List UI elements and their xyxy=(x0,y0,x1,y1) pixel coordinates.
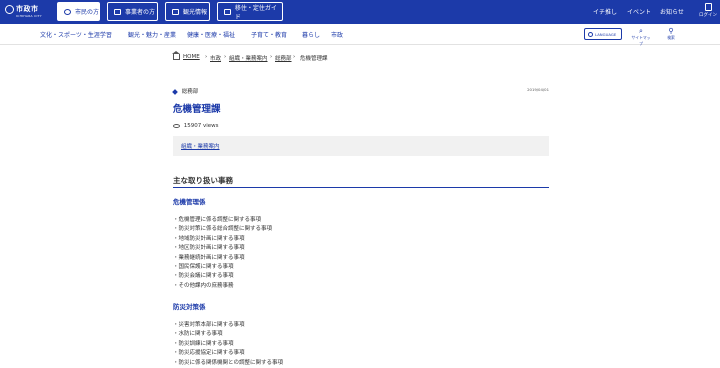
breadcrumb-organization[interactable]: 組織・業務案内 xyxy=(229,54,268,62)
breadcrumb-separator-icon: › xyxy=(293,54,296,60)
search-icon: ⚲ xyxy=(668,27,674,35)
category-link[interactable]: 組織・業務案内 xyxy=(181,142,220,150)
eye-icon xyxy=(173,123,180,128)
camera-icon xyxy=(172,8,179,15)
link-news[interactable]: お知らせ xyxy=(660,7,684,16)
logo-text: 市政市 xyxy=(16,5,39,13)
tab-relocation-label: 移住・定住ガイド xyxy=(234,4,277,21)
breadcrumb-city-government[interactable]: 市政 xyxy=(210,54,221,62)
breadcrumb-home[interactable]: HOME xyxy=(183,54,200,60)
breadcrumb-separator-icon: › xyxy=(270,54,273,60)
tab-residents-label: 市民の方 xyxy=(75,9,100,16)
group-heading-disaster-prevention: 防災対策係 xyxy=(173,303,206,311)
person-icon xyxy=(64,8,71,15)
tab-relocation[interactable]: 移住・定住ガイド xyxy=(217,2,283,21)
list-item: ・危機管理に係る調整に関する事項 xyxy=(173,217,262,223)
list-item: ・災害対策本部に関する事項 xyxy=(173,322,245,328)
login-button[interactable]: ログイン xyxy=(698,3,718,18)
city-logo[interactable]: 市政市 ICHIHARA CITY xyxy=(5,3,45,21)
list-item: ・防災に係る関係機関との調整に関する事項 xyxy=(173,359,283,366)
nav-childcare-education[interactable]: 子育て・教育 xyxy=(251,30,287,39)
logo-subtext: ICHIHARA CITY xyxy=(16,14,42,18)
category-nav: 文化・スポーツ・生涯学習 観光・魅力・産業 健康・医療・福祉 子育て・教育 暮ら… xyxy=(0,24,720,47)
list-item: ・防災訓練に関する事項 xyxy=(173,340,234,347)
link-recommended[interactable]: イチ推し xyxy=(593,7,617,16)
house-icon xyxy=(224,8,231,15)
login-icon xyxy=(704,3,712,11)
globe-icon xyxy=(588,31,593,37)
nav-tourism-industry[interactable]: 観光・魅力・産業 xyxy=(128,30,176,39)
tab-tourism[interactable]: 観光情報 xyxy=(165,2,210,21)
tag-icon xyxy=(172,88,178,95)
list-item: ・防災応援協定に関する事項 xyxy=(173,350,245,357)
tab-tourism-label: 観光情報 xyxy=(183,9,208,16)
list-item: ・地区防災計画に関する事項 xyxy=(173,245,245,252)
breadcrumb-current: 危機管理課 xyxy=(300,56,328,62)
briefcase-icon xyxy=(114,8,121,15)
department-tag[interactable]: 総務部 xyxy=(172,87,199,95)
page-title: 危機管理課 xyxy=(173,104,221,115)
category-box: 組織・業務案内 xyxy=(173,136,549,156)
top-bar: 市政市 ICHIHARA CITY 市民の方 事業者の方 観光情報 移住・定住ガ… xyxy=(0,0,720,24)
nav-living[interactable]: 暮らし xyxy=(302,30,320,39)
sitemap-button[interactable]: ⌕ サイトマップ xyxy=(630,27,652,47)
tab-businesses-label: 事業者の方 xyxy=(125,9,156,16)
tab-businesses[interactable]: 事業者の方 xyxy=(107,2,158,21)
breadcrumb-separator-icon: › xyxy=(205,54,208,60)
list-item: ・水防に関する事項 xyxy=(173,331,223,338)
list-item: ・地域防災計画に関する事項 xyxy=(173,235,245,242)
search-label: 検索 xyxy=(667,35,675,40)
link-events[interactable]: イベント xyxy=(627,7,651,16)
nav-health-welfare[interactable]: 健康・医療・福祉 xyxy=(187,30,235,39)
view-count-text: 15907 views xyxy=(183,123,219,129)
duty-list-crisis-management: ・危機管理に係る調整に関する事項 ・防災対策に係る総合調整に関する事項 ・地域防… xyxy=(173,216,272,291)
group-heading-crisis-management: 危機管理係 xyxy=(173,198,206,206)
sitemap-icon: ⌕ xyxy=(639,27,643,35)
list-item: ・その他課内の庶務事務 xyxy=(173,282,234,289)
language-button[interactable]: LANGUAGE xyxy=(584,28,622,40)
language-label: LANGUAGE xyxy=(595,31,617,37)
nav-city-government[interactable]: 市政 xyxy=(331,30,343,39)
search-button[interactable]: ⚲ 検索 xyxy=(660,27,682,41)
department-label: 総務部 xyxy=(181,89,199,95)
publish-date: 2019/04/01 xyxy=(527,87,549,92)
tab-residents[interactable]: 市民の方 xyxy=(57,2,100,21)
sitemap-label: サイトマップ xyxy=(631,35,651,46)
list-item: ・業務継続計画に関する事項 xyxy=(173,254,245,261)
view-count: 15907 views xyxy=(173,123,219,129)
home-icon xyxy=(172,51,180,60)
breadcrumb-separator-icon: › xyxy=(224,54,227,60)
section-title: 主な取り扱い事務 xyxy=(173,175,549,188)
logo-mark-icon xyxy=(5,5,14,14)
duty-list-disaster-prevention: ・災害対策本部に関する事項 ・水防に関する事項 ・防災訓練に関する事項 ・防災応… xyxy=(173,321,283,368)
breadcrumb-general-affairs[interactable]: 総務部 xyxy=(275,54,292,62)
list-item: ・国民保護に関する事項 xyxy=(173,264,234,271)
nav-culture-sports[interactable]: 文化・スポーツ・生涯学習 xyxy=(40,30,112,39)
list-item: ・防災対策に係る総合調整に関する事項 xyxy=(173,226,273,233)
login-label: ログイン xyxy=(699,13,717,18)
list-item: ・防災会議に関する事項 xyxy=(173,273,234,280)
